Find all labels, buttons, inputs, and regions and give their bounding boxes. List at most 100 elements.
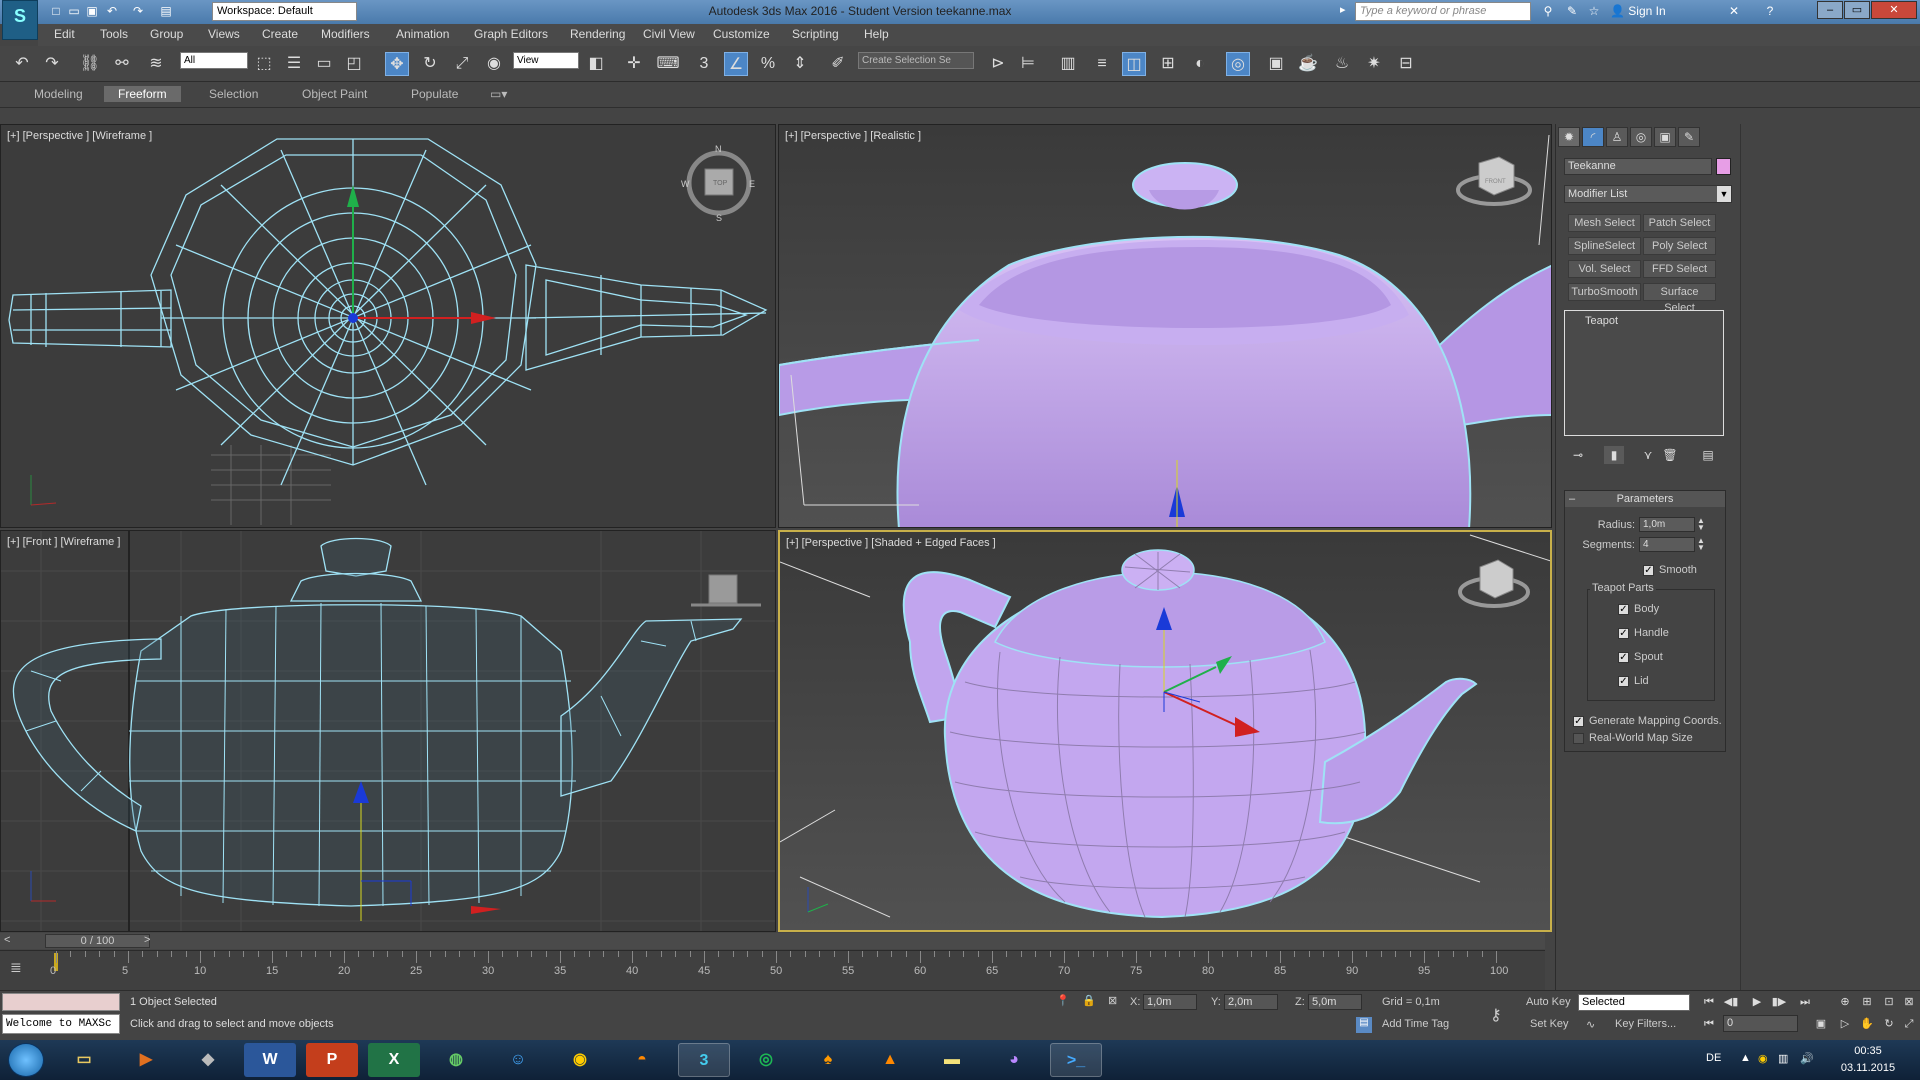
save-file-icon[interactable]: ▣ xyxy=(84,3,100,19)
bind-space-warp-icon[interactable]: ≋ xyxy=(144,52,168,76)
hierarchy-tab-icon[interactable]: ♙ xyxy=(1606,127,1628,147)
menu-graph-editors[interactable]: Graph Editors xyxy=(474,27,548,41)
redo-icon[interactable]: ↷ xyxy=(40,52,64,76)
render-activeshade-icon[interactable]: ✷ xyxy=(1362,52,1386,76)
3ds-max-taskbar-icon[interactable]: 3 xyxy=(678,1043,730,1077)
render-iterative-icon[interactable]: ♨ xyxy=(1330,52,1354,76)
menu-rendering[interactable]: Rendering xyxy=(570,27,625,41)
track-bar[interactable]: ≣ 0 5 10 15 20 25 30 35 40 45 50 55 60 65 70 75 80 85 90 95… xyxy=(0,950,1545,990)
make-unique-icon[interactable]: ⋎ xyxy=(1638,446,1658,464)
pin-icon[interactable]: 📍 xyxy=(1056,994,1070,1007)
pan-view-icon[interactable]: ✋ xyxy=(1858,1016,1876,1032)
modifier-list-dropdown[interactable]: Modifier List ▼ xyxy=(1564,185,1732,203)
viewport-label[interactable]: [+] [Perspective ] [Shaded + Edged Faces… xyxy=(786,537,996,549)
spotify-icon[interactable]: ◎ xyxy=(740,1043,792,1077)
search-arrow-icon[interactable]: ▸ xyxy=(1340,3,1352,21)
snaps-toggle-icon[interactable]: 3 xyxy=(692,52,716,76)
menu-modifiers[interactable]: Modifiers xyxy=(321,27,370,41)
tab-selection[interactable]: Selection xyxy=(209,87,258,101)
workspace-dropdown[interactable]: Workspace: Default xyxy=(212,2,357,21)
sign-in-button[interactable]: 👤 Sign In xyxy=(1610,4,1666,18)
menu-scripting[interactable]: Scripting xyxy=(792,27,839,41)
excel-icon[interactable]: X xyxy=(368,1043,420,1077)
maximize-button[interactable]: ▭ xyxy=(1844,1,1870,19)
menu-animation[interactable]: Animation xyxy=(396,27,449,41)
radius-field[interactable]: 1,0m xyxy=(1639,517,1695,532)
generate-mapping-checkbox[interactable]: ✓ xyxy=(1573,716,1584,727)
z-coordinate-field[interactable]: 5,0m xyxy=(1308,994,1362,1010)
tab-freeform[interactable]: Freeform xyxy=(104,86,181,102)
go-to-start-icon[interactable]: ⏮ xyxy=(1700,994,1718,1010)
project-folder-icon[interactable]: ▤ xyxy=(158,3,174,19)
link-icon[interactable]: ⛓ xyxy=(78,52,102,76)
current-frame-field[interactable]: 0 xyxy=(1723,1015,1798,1032)
folder-icon[interactable]: ▬ xyxy=(926,1043,978,1077)
pivot-center-icon[interactable]: ◧ xyxy=(584,52,608,76)
play-icon[interactable]: ▶ xyxy=(1748,994,1766,1010)
maxscript-listener-output[interactable] xyxy=(2,993,120,1011)
stack-item-teapot[interactable]: Teapot xyxy=(1585,315,1618,327)
media-player-icon[interactable]: ▶ xyxy=(120,1043,172,1077)
add-time-tag-button[interactable]: Add Time Tag xyxy=(1382,1018,1449,1030)
surface-select-button[interactable]: Surface Select xyxy=(1643,283,1716,314)
manipulate-icon[interactable]: ✛ xyxy=(622,52,646,76)
motion-tab-icon[interactable]: ◎ xyxy=(1630,127,1652,147)
menu-tools[interactable]: Tools xyxy=(100,27,128,41)
viewport-perspective-wireframe[interactable]: [+] [Perspective ] [Wireframe ] TOP N S … xyxy=(0,124,776,528)
start-button[interactable] xyxy=(8,1043,44,1077)
material-editor-icon[interactable]: ◐ xyxy=(1188,52,1212,76)
tab-populate[interactable]: Populate xyxy=(411,87,458,101)
input-language[interactable]: DE xyxy=(1706,1052,1721,1064)
utilities-tab-icon[interactable]: ✎ xyxy=(1678,127,1700,147)
set-key-button[interactable]: Set Key xyxy=(1530,1018,1569,1030)
spline-select-button[interactable]: SplineSelect xyxy=(1568,237,1641,255)
rectangular-selection-icon[interactable]: ▭ xyxy=(312,52,336,76)
tray-expand-icon[interactable]: ▲ xyxy=(1740,1052,1751,1064)
tab-modeling[interactable]: Modeling xyxy=(34,87,83,101)
remove-modifier-icon[interactable]: 🗑 xyxy=(1660,446,1680,464)
named-selection-sets-dropdown[interactable]: Create Selection Se xyxy=(858,52,974,69)
angle-snap-icon[interactable]: ∠ xyxy=(724,52,748,76)
object-color-swatch[interactable] xyxy=(1716,158,1731,175)
viewport-label[interactable]: [+] [Perspective ] [Wireframe ] xyxy=(7,130,152,142)
network-icon[interactable]: ▥ xyxy=(1778,1052,1788,1065)
poly-select-button[interactable]: Poly Select xyxy=(1643,237,1716,255)
patch-select-button[interactable]: Patch Select xyxy=(1643,214,1716,232)
zoom-all-icon[interactable]: ⊞ xyxy=(1858,994,1876,1010)
redo-icon[interactable]: ↷ xyxy=(130,3,146,19)
selection-filter-dropdown[interactable]: All xyxy=(180,52,248,69)
schematic-view-icon[interactable]: ⊞ xyxy=(1156,52,1180,76)
menu-help[interactable]: Help xyxy=(864,27,889,41)
menu-customize[interactable]: Customize xyxy=(713,27,770,41)
selection-lock-icon[interactable]: 🔒 xyxy=(1082,994,1096,1007)
fruity-loops-icon[interactable]: ♠ xyxy=(802,1043,854,1077)
key-set-dropdown[interactable]: Selected xyxy=(1578,994,1690,1011)
communication-icon[interactable]: ✎ xyxy=(1564,3,1580,19)
percent-snap-icon[interactable]: % xyxy=(756,52,780,76)
modify-tab-icon[interactable]: ◜ xyxy=(1582,127,1604,147)
absolute-mode-icon[interactable]: ⊠ xyxy=(1108,994,1117,1007)
keyboard-shortcut-toggle-icon[interactable]: ⌨ xyxy=(656,52,680,76)
ribbon-options-icon[interactable]: ▭▾ xyxy=(490,87,507,101)
modifier-stack[interactable]: Teapot xyxy=(1564,310,1724,436)
viewport-perspective-shaded-edged[interactable]: [+] [Perspective ] [Shaded + Edged Faces… xyxy=(778,530,1552,932)
real-world-map-size-checkbox[interactable] xyxy=(1573,733,1584,744)
select-by-name-icon[interactable]: ☰ xyxy=(282,52,306,76)
search-input[interactable]: Type a keyword or phrase xyxy=(1355,2,1531,21)
go-to-end-icon[interactable]: ⏭ xyxy=(1796,994,1814,1010)
align-icon[interactable]: ⊨ xyxy=(1016,52,1040,76)
pin-stack-icon[interactable]: ⊸ xyxy=(1568,446,1588,464)
time-prev-icon[interactable]: < xyxy=(4,934,10,946)
powerpoint-icon[interactable]: P xyxy=(306,1043,358,1077)
close-button[interactable]: ✕ xyxy=(1871,1,1917,19)
maximize-viewport-icon[interactable]: ⤢ xyxy=(1900,1016,1918,1032)
auto-key-button[interactable]: Auto Key xyxy=(1526,996,1571,1008)
segments-spinner[interactable]: ▲ ▼ xyxy=(1697,537,1707,552)
smooth-checkbox[interactable]: ✓ xyxy=(1643,565,1654,576)
application-menu-button[interactable]: S xyxy=(2,0,38,40)
object-name-field[interactable]: Teekanne xyxy=(1564,158,1712,175)
firefox-icon[interactable]: ◓ xyxy=(616,1043,668,1077)
vol-select-button[interactable]: Vol. Select xyxy=(1568,260,1641,278)
segments-field[interactable]: 4 xyxy=(1639,537,1695,552)
undo-icon[interactable]: ↶ xyxy=(10,52,34,76)
